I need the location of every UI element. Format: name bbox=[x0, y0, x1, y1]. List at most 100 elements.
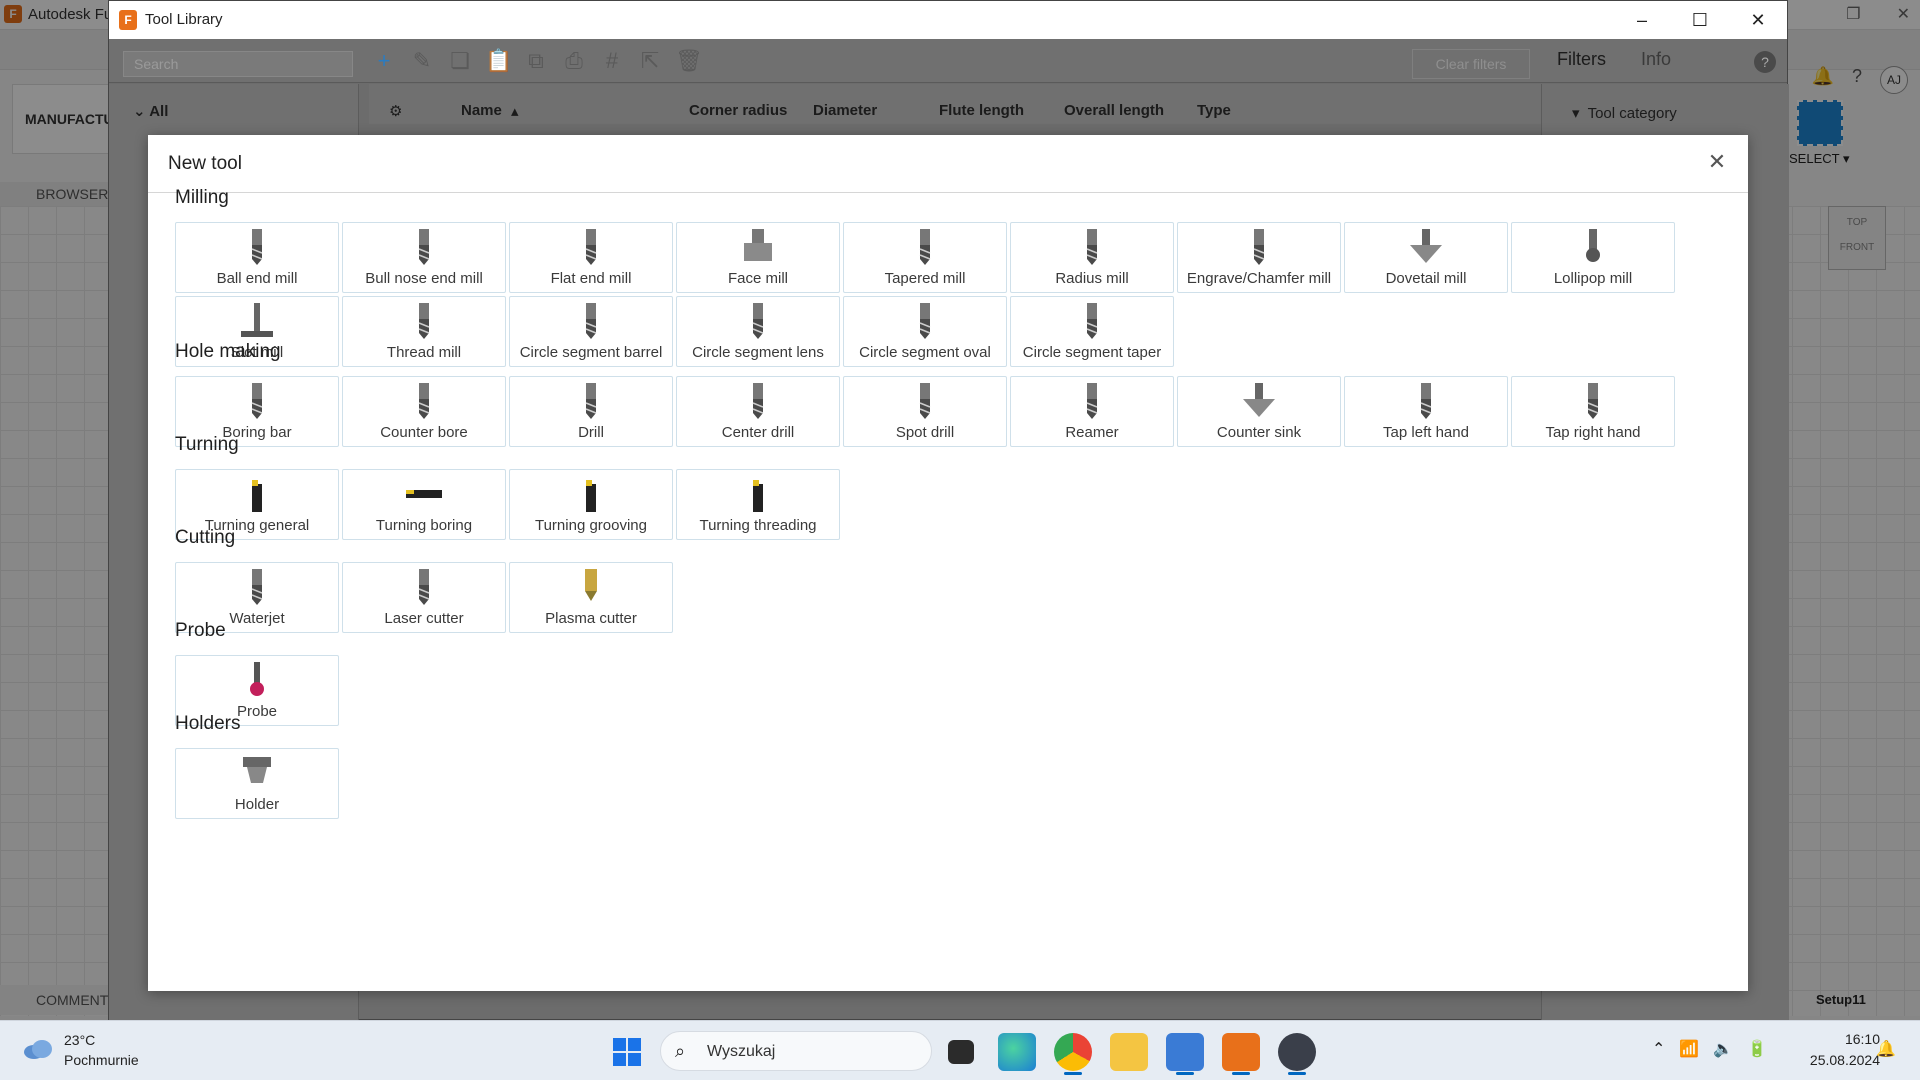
print-icon[interactable]: ⎙ bbox=[561, 48, 587, 74]
taskbar-search[interactable]: ⌕ Wyszukaj bbox=[660, 1031, 932, 1071]
tool-tile[interactable]: Circle segment lens bbox=[676, 296, 840, 367]
close-icon[interactable]: ✕ bbox=[1729, 1, 1787, 39]
tool-category-filter[interactable]: ▾ Tool category bbox=[1572, 104, 1677, 122]
tool-tile[interactable]: Plasma cutter bbox=[509, 562, 673, 633]
tool-tile[interactable]: Thread mill bbox=[342, 296, 506, 367]
tool-tile-label: Ball end mill bbox=[216, 270, 298, 287]
ball-end-mill-icon bbox=[237, 227, 277, 267]
tool-tile[interactable]: Counter bore bbox=[342, 376, 506, 447]
tool-tile[interactable]: Bull nose end mill bbox=[342, 222, 506, 293]
tool-tile[interactable]: Counter sink bbox=[1177, 376, 1341, 447]
edit-icon[interactable]: ✎ bbox=[409, 48, 435, 74]
circle-segment-barrel-icon bbox=[571, 301, 611, 341]
cloud-icon[interactable] bbox=[22, 1037, 54, 1061]
chevron-up-icon[interactable]: ⌃ bbox=[1652, 1039, 1665, 1059]
tapered-mill-icon bbox=[905, 227, 945, 267]
tool-tile[interactable]: Circle segment oval bbox=[843, 296, 1007, 367]
tool-tile[interactable]: Dovetail mill bbox=[1344, 222, 1508, 293]
chrome-browser-icon[interactable] bbox=[1054, 1033, 1092, 1075]
lollipop-mill-icon bbox=[1573, 227, 1613, 267]
tool-tile[interactable]: Face mill bbox=[676, 222, 840, 293]
tool-tile-label: Drill bbox=[578, 424, 604, 441]
paste-icon[interactable]: 📋 bbox=[485, 48, 512, 74]
file-explorer-icon[interactable] bbox=[1110, 1033, 1148, 1071]
tool-tile[interactable]: Turning threading bbox=[676, 469, 840, 540]
tool-tile[interactable]: Tap right hand bbox=[1511, 376, 1675, 447]
notification-bell-icon[interactable]: 🔔 bbox=[1876, 1039, 1896, 1059]
edge-browser-icon[interactable] bbox=[998, 1033, 1036, 1071]
tool-tile-label: Tapered mill bbox=[884, 270, 966, 287]
column-name[interactable]: Name bbox=[461, 102, 502, 119]
minimize-icon[interactable]: – bbox=[1613, 1, 1671, 39]
tool-tile-label: Lollipop mill bbox=[1553, 270, 1633, 287]
dialog-header: New tool ✕ bbox=[148, 135, 1748, 193]
tool-tile-label: Counter sink bbox=[1216, 424, 1302, 441]
tool-tile[interactable]: Reamer bbox=[1010, 376, 1174, 447]
tool-grid: Waterjet Laser cutter Plasma cutter bbox=[175, 562, 1675, 633]
tool-tile-label: Turning boring bbox=[375, 517, 473, 534]
bull-nose-end-mill-icon bbox=[404, 227, 444, 267]
column-diameter[interactable]: Diameter bbox=[813, 102, 877, 119]
search-input[interactable]: Search bbox=[123, 51, 353, 77]
duplicate-icon[interactable]: ⧉ bbox=[523, 48, 549, 74]
tool-tile-label: Engrave/Chamfer mill bbox=[1186, 270, 1332, 287]
tool-tile-label: Tap right hand bbox=[1545, 424, 1641, 441]
task-view-icon[interactable] bbox=[948, 1040, 974, 1064]
app-taskbar-icon[interactable] bbox=[1278, 1033, 1316, 1075]
renumber-icon[interactable]: # bbox=[599, 48, 625, 74]
windows-start-icon[interactable] bbox=[612, 1037, 642, 1067]
tool-grid: Ball end mill Bull nose end mill Flat end … bbox=[175, 222, 1675, 367]
tool-tile[interactable]: Tap left hand bbox=[1344, 376, 1508, 447]
tool-tile[interactable]: Circle segment barrel bbox=[509, 296, 673, 367]
tool-library-window-controls: – ☐ ✕ bbox=[1613, 1, 1787, 39]
column-flute-length[interactable]: Flute length bbox=[939, 102, 1024, 119]
tool-tile[interactable]: Ball end mill bbox=[175, 222, 339, 293]
slot-mill-icon bbox=[237, 301, 277, 341]
tool-tile[interactable]: Flat end mill bbox=[509, 222, 673, 293]
column-overall-length[interactable]: Overall length bbox=[1064, 102, 1164, 119]
column-corner-radius[interactable]: Corner radius bbox=[689, 102, 787, 119]
close-icon[interactable]: ✕ bbox=[1704, 149, 1730, 175]
clock-time[interactable]: 16:10 bbox=[1826, 1031, 1880, 1047]
export-icon[interactable]: ⇱ bbox=[637, 48, 663, 74]
column-settings-icon[interactable]: ⚙ bbox=[389, 102, 402, 120]
tree-item-all-label: All bbox=[149, 103, 169, 120]
tool-tile[interactable]: Turning boring bbox=[342, 469, 506, 540]
tool-tile[interactable]: Laser cutter bbox=[342, 562, 506, 633]
volume-icon[interactable]: 🔈 bbox=[1713, 1039, 1733, 1059]
tool-tile[interactable]: Circle segment taper bbox=[1010, 296, 1174, 367]
tab-info[interactable]: Info bbox=[1641, 49, 1671, 70]
tool-tile[interactable]: Tapered mill bbox=[843, 222, 1007, 293]
tool-tile[interactable]: Spot drill bbox=[843, 376, 1007, 447]
weather-description[interactable]: Pochmurnie bbox=[64, 1052, 139, 1068]
fusion-taskbar-icon[interactable] bbox=[1222, 1033, 1260, 1075]
copy-icon[interactable]: ❏ bbox=[447, 48, 473, 74]
tool-tile-label: Circle segment taper bbox=[1022, 344, 1162, 361]
tool-tile[interactable]: Holder bbox=[175, 748, 339, 819]
weather-temperature[interactable]: 23°C bbox=[64, 1032, 95, 1048]
tool-tile[interactable]: Turning grooving bbox=[509, 469, 673, 540]
battery-icon[interactable]: 🔋 bbox=[1747, 1039, 1767, 1059]
sort-asc-icon: ▴ bbox=[511, 103, 519, 120]
help-icon[interactable]: ? bbox=[1754, 51, 1776, 73]
wifi-icon[interactable]: 📶 bbox=[1679, 1039, 1699, 1059]
tool-tile[interactable]: Engrave/Chamfer mill bbox=[1177, 222, 1341, 293]
tree-item-all[interactable]: ⌄ All bbox=[133, 102, 168, 120]
tool-tile-label: Holder bbox=[234, 796, 280, 813]
column-type[interactable]: Type bbox=[1197, 102, 1231, 119]
delete-icon[interactable]: 🗑 bbox=[675, 48, 703, 74]
tab-filters[interactable]: Filters bbox=[1557, 49, 1606, 70]
tool-tile[interactable]: Radius mill bbox=[1010, 222, 1174, 293]
tool-tile[interactable]: Center drill bbox=[676, 376, 840, 447]
tool-tile[interactable]: Drill bbox=[509, 376, 673, 447]
section-title: Milling bbox=[175, 187, 229, 208]
tap-right-hand-icon bbox=[1573, 381, 1613, 421]
probe-icon bbox=[237, 660, 277, 700]
add-icon[interactable]: + bbox=[371, 48, 397, 74]
maximize-icon[interactable]: ☐ bbox=[1671, 1, 1729, 39]
clock-date[interactable]: 25.08.2024 bbox=[1786, 1052, 1880, 1068]
clear-filters-button[interactable]: Clear filters bbox=[1412, 49, 1530, 79]
tool-tile[interactable]: Lollipop mill bbox=[1511, 222, 1675, 293]
tool-tile-label: Thread mill bbox=[386, 344, 462, 361]
notepad-icon[interactable] bbox=[1166, 1033, 1204, 1075]
